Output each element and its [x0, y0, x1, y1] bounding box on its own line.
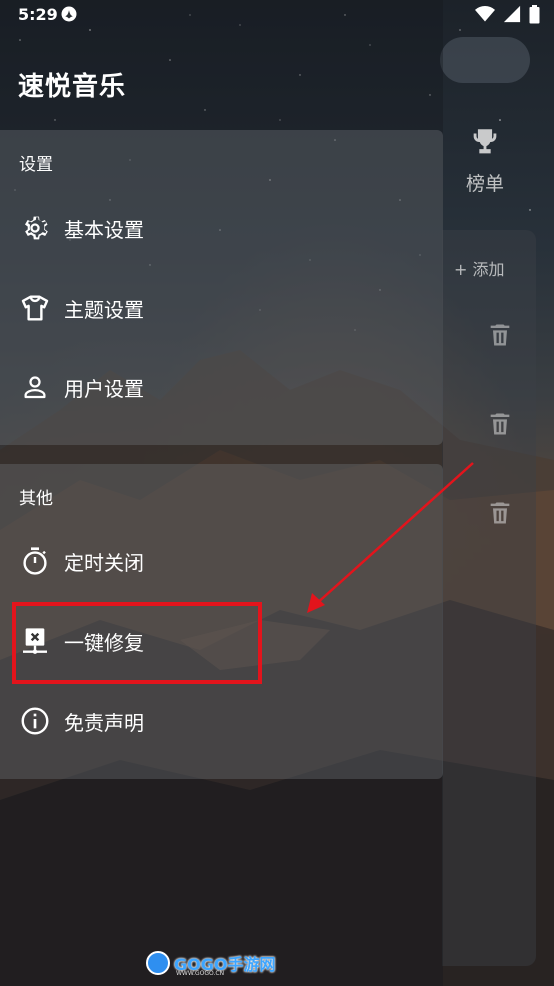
- other-group-title: 其他: [19, 489, 53, 509]
- screen: 榜单 + 添加 速悦音乐 设置 基本设置 主题设置 用户设置 其他 定时关闭 一…: [0, 0, 554, 986]
- annotation-arrow: [307, 462, 474, 613]
- menu-item-basic-settings[interactable]: 基本设置: [0, 198, 443, 258]
- menu-item-label: 基本设置: [64, 217, 144, 242]
- trash-icon: [490, 413, 510, 435]
- signal-icon: [503, 5, 521, 23]
- status-bar: 5:29: [0, 0, 554, 30]
- highlight-box: [12, 602, 262, 684]
- settings-group-title: 设置: [19, 155, 53, 175]
- trash-icon: [490, 502, 510, 524]
- wifi-icon: [475, 6, 495, 22]
- gear-icon: [18, 211, 52, 245]
- menu-item-label: 免责声明: [64, 710, 144, 735]
- person-icon: [18, 370, 52, 404]
- menu-item-disclaimer[interactable]: 免责声明: [0, 691, 443, 751]
- menu-item-theme-settings[interactable]: 主题设置: [0, 278, 443, 338]
- menu-item-label: 用户设置: [64, 376, 144, 401]
- watermark-sub: WWW.GOGO.CN: [176, 970, 225, 977]
- trophy-icon: [473, 129, 497, 154]
- stopwatch-icon: [18, 544, 52, 578]
- app-notification-icon: [60, 5, 78, 27]
- underlay-rank-tab: 榜单: [455, 125, 515, 205]
- shirt-icon: [18, 291, 52, 325]
- status-time: 5:29: [18, 5, 58, 24]
- battery-icon: [529, 5, 540, 24]
- watermark-logo-icon: [146, 951, 170, 975]
- settings-group: 设置 基本设置 主题设置 用户设置: [0, 130, 443, 445]
- trash-icon: [490, 324, 510, 346]
- menu-item-user-settings[interactable]: 用户设置: [0, 357, 443, 417]
- info-icon: [18, 704, 52, 738]
- menu-item-label: 主题设置: [64, 297, 144, 322]
- watermark: GOGO手游网 WWW.GOGO.CN: [146, 948, 275, 978]
- menu-item-label: 定时关闭: [64, 550, 144, 575]
- underlay-add-label: + 添加: [454, 260, 505, 279]
- rank-label: 榜单: [465, 173, 504, 195]
- status-right-icons: [475, 5, 540, 24]
- app-title: 速悦音乐: [18, 72, 127, 102]
- underlay-search-bar: [440, 37, 530, 83]
